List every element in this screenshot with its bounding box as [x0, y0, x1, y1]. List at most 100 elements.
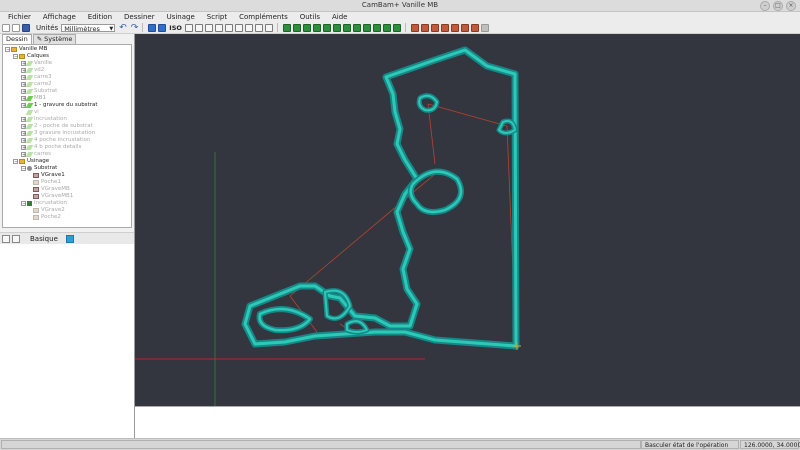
layer-icon [25, 138, 34, 143]
close-icon[interactable]: × [786, 1, 796, 11]
draw-tool-2-icon[interactable] [292, 23, 301, 32]
draw-tool-4-icon[interactable] [312, 23, 321, 32]
menu-usinage[interactable]: Usinage [161, 12, 201, 22]
tree-layer[interactable]: +2 - poche de substrat [21, 123, 93, 130]
sort-category-icon[interactable] [2, 234, 10, 243]
tree-part-incrustation[interactable]: − Incrustation [21, 200, 67, 207]
redo-icon[interactable]: ↷ [131, 23, 139, 33]
draw-tool-6-icon[interactable] [332, 23, 341, 32]
view-iso-button[interactable]: ISO [169, 24, 182, 32]
view-5-icon[interactable] [224, 23, 233, 32]
view-7-icon[interactable] [244, 23, 253, 32]
properties-grid[interactable] [0, 244, 134, 438]
tree-op[interactable]: VGrave2 [33, 207, 65, 214]
save-icon[interactable] [22, 23, 30, 32]
draw-tool-8-icon[interactable] [352, 23, 361, 32]
undo-icon[interactable]: ↶ [119, 23, 127, 33]
tree-layer[interactable]: +4 poche incrustation [21, 137, 90, 144]
tree-op[interactable]: Poche2 [33, 214, 61, 221]
menu-edition[interactable]: Edition [82, 12, 118, 22]
minimize-icon[interactable]: – [760, 1, 770, 11]
machining-3-icon[interactable] [430, 23, 439, 32]
tree-layer-label: vd2 [34, 67, 45, 73]
message-console[interactable] [135, 406, 800, 439]
tree-layer[interactable]: + Incrustation [21, 116, 67, 123]
machining-4-icon[interactable] [440, 23, 449, 32]
draw-tool-10-icon[interactable] [372, 23, 381, 32]
collapse-icon[interactable]: − [5, 47, 10, 53]
tab-systeme[interactable]: ✎ Système [32, 34, 77, 44]
sort-alpha-icon[interactable] [12, 234, 20, 243]
menu-affichage[interactable]: Affichage [37, 12, 82, 22]
tree-layer[interactable]: + carre2 [21, 81, 52, 88]
menu-outils[interactable]: Outils [294, 12, 326, 22]
menu-complements[interactable]: Compléments [233, 12, 294, 22]
chevron-down-icon: ▼ [109, 25, 114, 32]
collapse-icon[interactable]: − [13, 54, 18, 60]
tree-layer[interactable]: +4 b poche details [21, 144, 81, 151]
tree-op[interactable]: VGraveMB1 [33, 193, 73, 200]
menu-fichier[interactable]: Fichier [0, 12, 37, 22]
tree-layer-label: Substrat [34, 88, 58, 94]
tree-layer-active[interactable]: +1 - gravure du substrat [21, 102, 98, 109]
machining-7-icon[interactable] [470, 23, 479, 32]
draw-tool-11-icon[interactable] [382, 23, 391, 32]
tree-layer[interactable]: + vd2 [21, 67, 44, 74]
drawing-canvas[interactable] [135, 34, 800, 406]
machining-2-icon[interactable] [420, 23, 429, 32]
view-8-icon[interactable] [254, 23, 263, 32]
tree-root[interactable]: − Vanille MB [5, 46, 47, 53]
units-select[interactable]: Millimètres ▼ [61, 23, 116, 33]
tree-layer-label: carres [34, 151, 51, 157]
collapse-icon[interactable]: − [21, 166, 26, 172]
maximize-icon[interactable]: □ [773, 1, 783, 11]
properties-mode-label[interactable]: Basique [30, 235, 58, 243]
view-6-icon[interactable] [234, 23, 243, 32]
tree-op[interactable]: VGrave1 [33, 172, 65, 179]
tree-layer[interactable]: + Vanille [21, 60, 52, 67]
layer-icon [25, 110, 34, 115]
open-file-icon[interactable] [12, 23, 20, 32]
draw-tool-3-icon[interactable] [302, 23, 311, 32]
draw-tool-1-icon[interactable] [282, 23, 291, 32]
view-top-icon[interactable] [148, 23, 157, 32]
menu-aide[interactable]: Aide [326, 12, 353, 22]
view-3-icon[interactable] [204, 23, 213, 32]
tree-layer[interactable]: + MB1 [21, 95, 46, 102]
menu-script[interactable]: Script [201, 12, 233, 22]
tree-op[interactable]: Poche1 [33, 179, 61, 186]
tree-layer[interactable]: vi [21, 109, 39, 116]
view-4-icon[interactable] [214, 23, 223, 32]
view-front-icon[interactable] [158, 23, 167, 32]
tab-dessin[interactable]: Dessin [2, 34, 32, 44]
tree-op[interactable]: VGraveMB [33, 186, 70, 193]
folder-icon [19, 159, 25, 164]
operation-icon [33, 187, 39, 192]
draw-tool-12-icon[interactable] [392, 23, 401, 32]
collapse-icon[interactable]: − [21, 201, 26, 207]
help-icon[interactable] [65, 234, 74, 243]
tree-layer[interactable]: + carres [21, 151, 51, 158]
machining-6-icon[interactable] [460, 23, 469, 32]
machining-8-icon[interactable] [480, 23, 489, 32]
tree-layer[interactable]: +3 gravure incrustation [21, 130, 95, 137]
zoom-icon[interactable] [264, 23, 273, 32]
collapse-icon[interactable]: − [13, 159, 18, 165]
tree-calques[interactable]: − Calques [13, 53, 49, 60]
menu-dessiner[interactable]: Dessiner [118, 12, 161, 22]
machining-5-icon[interactable] [450, 23, 459, 32]
tree-layer[interactable]: + Substrat [21, 88, 57, 95]
draw-tool-7-icon[interactable] [342, 23, 351, 32]
draw-tool-9-icon[interactable] [362, 23, 371, 32]
tree-layer[interactable]: + carre3 [21, 74, 52, 81]
operation-icon [33, 180, 39, 185]
view-2-icon[interactable] [194, 23, 203, 32]
draw-tool-5-icon[interactable] [322, 23, 331, 32]
tree-part-substrat[interactable]: − Substrat [21, 165, 57, 172]
view-1-icon[interactable] [184, 23, 193, 32]
tree-layer-label: carre2 [34, 81, 52, 87]
new-file-icon[interactable] [2, 23, 10, 32]
toolbar-separator [404, 23, 406, 32]
machining-1-icon[interactable] [410, 23, 419, 32]
tree-usinage[interactable]: − Usinage [13, 158, 49, 165]
